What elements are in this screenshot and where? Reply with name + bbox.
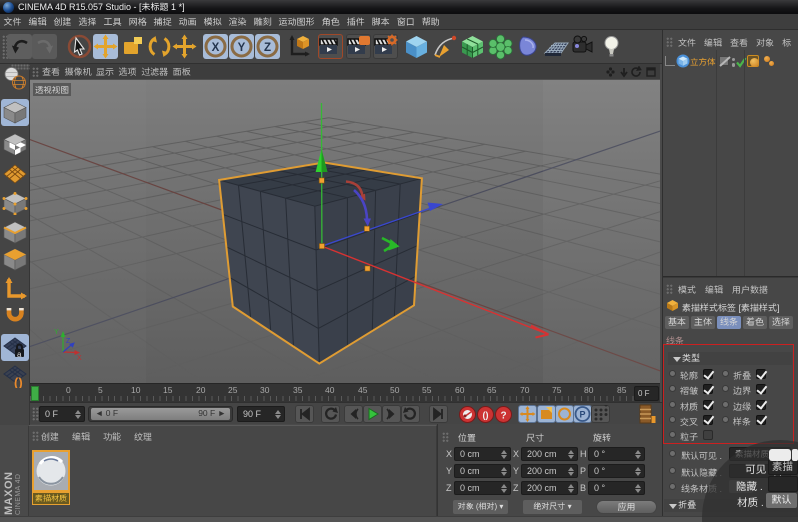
svg-text:?: ?	[500, 411, 506, 422]
svg-text:(): ()	[14, 375, 23, 388]
svg-text:Y: Y	[54, 329, 59, 336]
svg-text:Z: Z	[66, 338, 71, 345]
svg-text:X: X	[77, 355, 82, 362]
svg-text:P: P	[579, 410, 585, 420]
svg-text:Y: Y	[238, 42, 246, 54]
svg-text:(): ()	[483, 410, 489, 420]
svg-text:X: X	[212, 42, 220, 54]
svg-text:a: a	[17, 350, 22, 359]
svg-text:Z: Z	[264, 42, 271, 54]
